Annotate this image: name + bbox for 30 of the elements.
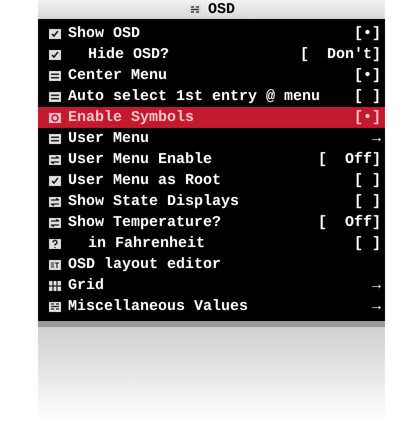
menu-item[interactable]: OSD layout editor xyxy=(38,254,385,275)
menu-item[interactable]: Enable Symbols [•] xyxy=(38,107,385,128)
menu-item[interactable]: Auto select 1st entry @ menu [ ] xyxy=(38,86,385,107)
osd-icon xyxy=(188,4,202,16)
grid-icon xyxy=(48,280,62,292)
checkbox-icon xyxy=(48,48,62,60)
menu-icon xyxy=(48,70,62,82)
menu-item[interactable]: Center Menu [•] xyxy=(38,65,385,86)
menu-item[interactable]: Show State Displays [ ] xyxy=(38,191,385,212)
menu-item[interactable]: User Menu as Root [ ] xyxy=(38,170,385,191)
osd-icon xyxy=(48,300,62,312)
menu-item[interactable]: User Menu Enable [ Off] xyxy=(38,149,385,170)
symbol-icon xyxy=(48,112,62,124)
set-icon xyxy=(48,258,62,270)
menu-item[interactable]: Miscellaneous Values → xyxy=(38,296,385,317)
checkbox-icon xyxy=(48,174,62,186)
menu-title: OSD xyxy=(208,1,235,18)
menu-item[interactable]: User Menu → xyxy=(38,128,385,149)
menu-item[interactable]: Show OSD [•] xyxy=(38,23,385,44)
menu-icon xyxy=(48,132,62,144)
menu-icon xyxy=(48,90,62,102)
menu-item[interactable]: in Fahrenheit [ ] xyxy=(38,233,385,254)
checkbox-icon xyxy=(48,28,62,40)
toggle-icon xyxy=(48,216,62,228)
menu-item[interactable]: Hide OSD? [ Don't] xyxy=(38,44,385,65)
toggle-icon xyxy=(48,154,62,166)
menu-item[interactable]: Grid → xyxy=(38,275,385,296)
help-icon xyxy=(48,238,62,250)
toggle-icon xyxy=(48,196,62,208)
menu-item[interactable]: Show Temperature? [ Off] xyxy=(38,212,385,233)
